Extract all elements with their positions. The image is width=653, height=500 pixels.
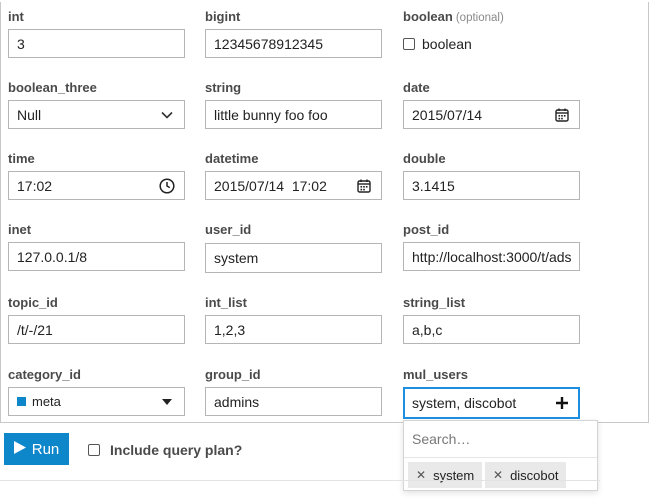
int-list-input[interactable]: 1,2,3: [205, 315, 382, 344]
post-id-input[interactable]: http://localhost:3000/t/ads: [403, 242, 580, 271]
caret-down-icon: [158, 393, 176, 411]
run-label: Run: [31, 440, 60, 458]
group-id-input[interactable]: admins: [205, 387, 382, 416]
topic-id-input[interactable]: /t/-/21: [8, 315, 185, 344]
topic-id-label: topic_id: [8, 295, 58, 310]
user-id-input[interactable]: system: [205, 243, 382, 273]
double-label: double: [403, 151, 446, 166]
int-input[interactable]: 3: [8, 29, 185, 58]
group-id-label: group_id: [205, 367, 261, 382]
mul-users-label: mul_users: [403, 367, 469, 382]
calendar-icon[interactable]: [355, 177, 373, 195]
mul-users-select[interactable]: system, discobot: [403, 387, 580, 419]
inet-input[interactable]: 127.0.0.1/8: [8, 242, 185, 271]
boolean-three-label: boolean_three: [8, 80, 97, 95]
datetime-label: datetime: [205, 151, 259, 166]
string-list-label: string_list: [403, 295, 466, 310]
time-label: time: [8, 151, 35, 166]
selected-user-chip[interactable]: ✕ system: [408, 462, 483, 488]
bigint-label: bigint: [205, 9, 241, 24]
include-query-plan-label: Include query plan?: [110, 442, 243, 458]
query-params-panel: [0, 2, 649, 423]
int-label: int: [8, 9, 24, 24]
boolean-checkbox-row[interactable]: boolean: [403, 36, 472, 52]
plus-icon[interactable]: [553, 394, 571, 412]
string-label: string: [205, 80, 242, 95]
category-color-swatch: [17, 397, 26, 406]
string-input[interactable]: little bunny foo foo: [205, 100, 382, 129]
run-button[interactable]: Run: [4, 433, 69, 465]
string-list-input[interactable]: a,b,c: [403, 315, 580, 344]
clock-icon[interactable]: [158, 177, 176, 195]
category-id-label: category_id: [8, 367, 81, 382]
optional-hint: (optional): [455, 12, 504, 24]
date-input[interactable]: 2015/07/14: [403, 100, 580, 129]
boolean-checkbox[interactable]: [403, 38, 415, 50]
double-input[interactable]: 3.1415: [403, 171, 580, 200]
divider: [0, 480, 600, 481]
user-id-label: user_id: [205, 222, 252, 237]
include-query-plan-checkbox[interactable]: [88, 444, 100, 456]
bigint-input[interactable]: 12345678912345: [205, 29, 382, 58]
calendar-icon[interactable]: [553, 106, 571, 124]
datetime-input[interactable]: 2015/07/14 17:02: [205, 171, 382, 200]
int-list-label: int_list: [205, 295, 247, 310]
post-id-label: post_id: [403, 222, 450, 237]
time-input[interactable]: 17:02: [8, 171, 185, 200]
category-select[interactable]: meta: [8, 387, 185, 416]
play-icon: [13, 440, 26, 458]
boolean-label: boolean (optional): [403, 9, 504, 24]
boolean-three-select[interactable]: Null: [8, 100, 185, 129]
boolean-checkbox-label: boolean: [422, 36, 472, 52]
date-label: date: [403, 80, 430, 95]
inet-label: inet: [8, 222, 32, 237]
include-query-plan-row[interactable]: Include query plan?: [88, 442, 242, 458]
user-search-input[interactable]: Search…: [404, 421, 597, 458]
chevron-down-icon: [158, 106, 176, 124]
selected-user-chip[interactable]: ✕ discobot: [485, 462, 567, 488]
